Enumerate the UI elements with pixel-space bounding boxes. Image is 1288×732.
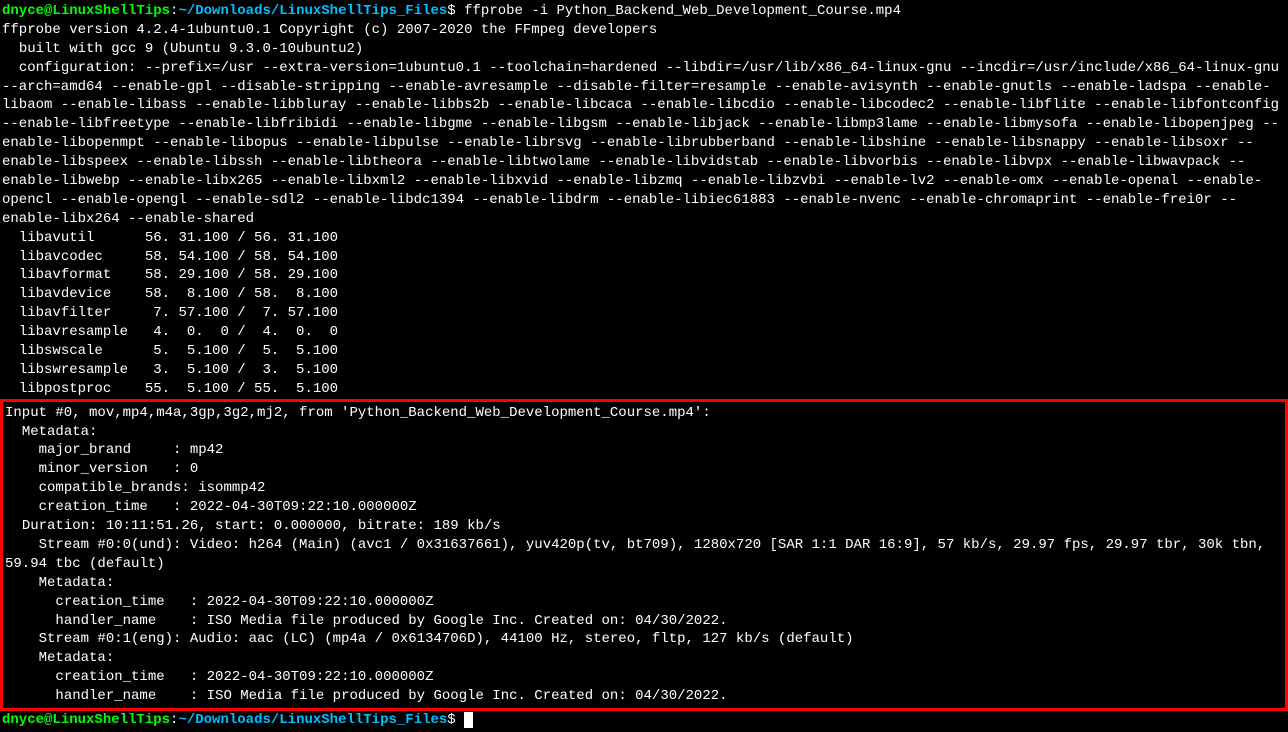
libavresample: libavresample 4. 0. 0 / 4. 0. 0	[2, 324, 338, 340]
prompt-host: LinuxShellTips	[52, 712, 170, 728]
audio-handler-name: handler_name : ISO Media file produced b…	[5, 688, 728, 704]
libavutil: libavutil 56. 31.100 / 56. 31.100	[2, 230, 338, 246]
metadata-header: Metadata:	[5, 424, 97, 440]
terminal-output[interactable]: dnyce@LinuxShellTips:~/Downloads/LinuxSh…	[2, 2, 1286, 730]
stream-video: Stream #0:0(und): Video: h264 (Main) (av…	[5, 537, 1274, 572]
video-creation-time: creation_time : 2022-04-30T09:22:10.0000…	[5, 594, 433, 610]
prompt-colon: :	[170, 712, 178, 728]
libavcodec: libavcodec 58. 54.100 / 58. 54.100	[2, 249, 338, 265]
audio-metadata: Metadata:	[5, 650, 114, 666]
prompt-user: dnyce	[2, 712, 44, 728]
libpostproc: libpostproc 55. 5.100 / 55. 5.100	[2, 381, 338, 397]
major-brand: major_brand : mp42	[5, 442, 223, 458]
libavdevice: libavdevice 58. 8.100 / 58. 8.100	[2, 286, 338, 302]
audio-creation-time: creation_time : 2022-04-30T09:22:10.0000…	[5, 669, 433, 685]
video-metadata: Metadata:	[5, 575, 114, 591]
built-with: built with gcc 9 (Ubuntu 9.3.0-10ubuntu2…	[2, 41, 363, 57]
libswscale: libswscale 5. 5.100 / 5. 5.100	[2, 343, 338, 359]
prompt-dollar: $	[447, 3, 464, 19]
creation-time: creation_time : 2022-04-30T09:22:10.0000…	[5, 499, 417, 515]
minor-version: minor_version : 0	[5, 461, 198, 477]
configuration: configuration: --prefix=/usr --extra-ver…	[2, 60, 1287, 227]
stream-audio: Stream #0:1(eng): Audio: aac (LC) (mp4a …	[5, 631, 854, 647]
libavfilter: libavfilter 7. 57.100 / 7. 57.100	[2, 305, 338, 321]
cursor[interactable]	[464, 712, 473, 728]
ffprobe-version: ffprobe version 4.2.4-1ubuntu0.1 Copyrig…	[2, 22, 657, 38]
prompt-line-1: dnyce@LinuxShellTips:~/Downloads/LinuxSh…	[2, 3, 901, 19]
prompt-path: ~/Downloads/LinuxShellTips_Files	[178, 3, 447, 19]
duration: Duration: 10:11:51.26, start: 0.000000, …	[5, 518, 501, 534]
prompt-path: ~/Downloads/LinuxShellTips_Files	[178, 712, 447, 728]
prompt-dollar: $	[447, 712, 464, 728]
libswresample: libswresample 3. 5.100 / 3. 5.100	[2, 362, 338, 378]
prompt-line-2: dnyce@LinuxShellTips:~/Downloads/LinuxSh…	[2, 712, 464, 728]
prompt-host: LinuxShellTips	[52, 3, 170, 19]
metadata-highlight-box: Input #0, mov,mp4,m4a,3gp,3g2,mj2, from …	[0, 399, 1288, 711]
input-line: Input #0, mov,mp4,m4a,3gp,3g2,mj2, from …	[5, 405, 711, 421]
prompt-user: dnyce	[2, 3, 44, 19]
video-handler-name: handler_name : ISO Media file produced b…	[5, 613, 728, 629]
command-text: ffprobe -i Python_Backend_Web_Developmen…	[464, 3, 901, 19]
libavformat: libavformat 58. 29.100 / 58. 29.100	[2, 267, 338, 283]
prompt-at: @	[44, 712, 52, 728]
compatible-brands: compatible_brands: isommp42	[5, 480, 265, 496]
